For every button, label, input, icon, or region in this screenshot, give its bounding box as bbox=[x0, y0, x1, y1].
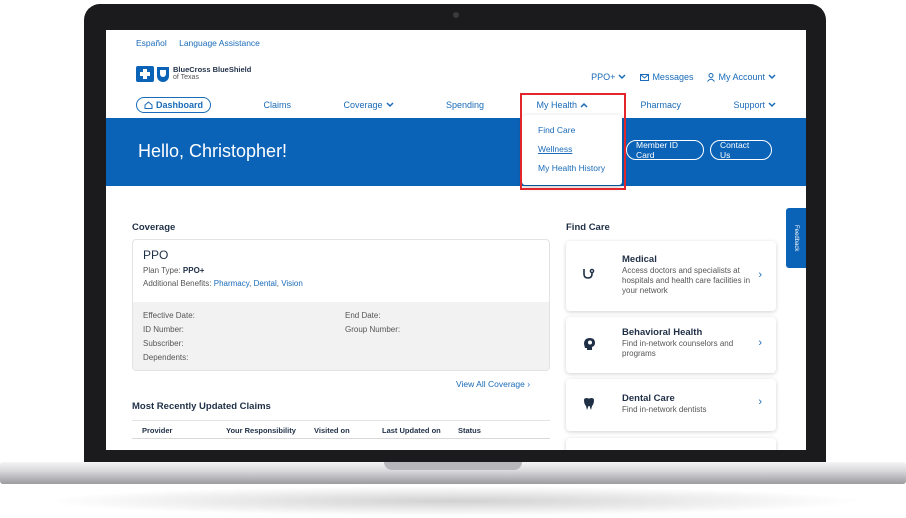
chevron-down-icon bbox=[768, 74, 776, 80]
column-status[interactable]: Status bbox=[458, 426, 481, 435]
language-assistance-link[interactable]: Language Assistance bbox=[179, 38, 260, 48]
logo-name: BlueCross BlueShield bbox=[173, 65, 252, 74]
chevron-right-icon: › bbox=[758, 396, 762, 408]
dental-title: Dental Care bbox=[622, 393, 675, 404]
shield-logo-icon bbox=[157, 66, 169, 82]
nav-dashboard[interactable]: Dashboard bbox=[136, 97, 212, 113]
main-navigation: Dashboard Claims Coverage Spending My He… bbox=[136, 96, 776, 114]
stethoscope-icon bbox=[582, 268, 596, 285]
nav-spending[interactable]: Spending bbox=[446, 100, 484, 110]
my-account-menu[interactable]: My Account bbox=[707, 72, 776, 82]
behavioral-desc: Find in-network counselors and programs bbox=[622, 339, 734, 358]
claims-table-header: Provider Your Responsibility Visited on … bbox=[132, 423, 550, 439]
additional-benefits-line: Additional Benefits: Pharmacy, Dental, V… bbox=[143, 279, 303, 288]
bcbs-logo[interactable]: BlueCross BlueShield of Texas bbox=[136, 66, 251, 82]
contact-us-button[interactable]: Contact Us bbox=[710, 140, 772, 160]
find-care-next-card[interactable] bbox=[566, 438, 776, 450]
claims-divider bbox=[132, 420, 550, 421]
benefit-vision-link[interactable]: Vision bbox=[281, 279, 303, 288]
medical-title: Medical bbox=[622, 254, 657, 265]
column-your-responsibility[interactable]: Your Responsibility bbox=[226, 426, 296, 435]
account-bar: PPO+ Messages My Account bbox=[591, 72, 776, 82]
chevron-down-icon bbox=[768, 102, 776, 108]
envelope-icon bbox=[640, 73, 650, 81]
home-icon bbox=[144, 101, 153, 109]
tooth-icon bbox=[582, 397, 596, 414]
welcome-banner: Hello, Christopher! Member ID Card Conta… bbox=[106, 118, 806, 186]
medical-desc: Access doctors and specialists at hospit… bbox=[622, 266, 751, 295]
claims-heading: Most Recently Updated Claims bbox=[132, 401, 271, 412]
browser-screen: Español Language Assistance BlueCross Bl… bbox=[106, 30, 806, 450]
highlight-annotation-box bbox=[520, 93, 626, 190]
benefit-dental-link[interactable]: Dental bbox=[254, 279, 277, 288]
chevron-right-icon: › bbox=[758, 337, 762, 349]
head-brain-icon bbox=[582, 337, 596, 354]
nav-support[interactable]: Support bbox=[733, 100, 776, 110]
member-id-card-button[interactable]: Member ID Card bbox=[626, 140, 704, 160]
dependents-label: Dependents: bbox=[143, 353, 189, 362]
laptop-base-notch bbox=[384, 462, 522, 470]
chevron-down-icon bbox=[385, 102, 394, 108]
effective-date-label: Effective Date: bbox=[143, 311, 195, 320]
chevron-down-icon bbox=[618, 74, 626, 80]
messages-label: Messages bbox=[652, 72, 694, 82]
coverage-heading: Coverage bbox=[132, 222, 176, 233]
behavioral-title: Behavioral Health bbox=[622, 327, 703, 338]
find-care-behavioral-card[interactable]: Behavioral Health Find in-network counse… bbox=[566, 317, 776, 373]
end-date-label: End Date: bbox=[345, 311, 381, 320]
utility-bar: Español Language Assistance bbox=[136, 38, 270, 48]
messages-link[interactable]: Messages bbox=[640, 72, 693, 82]
laptop-mockup: Español Language Assistance BlueCross Bl… bbox=[0, 0, 906, 518]
benefit-pharmacy-link[interactable]: Pharmacy bbox=[214, 279, 249, 288]
nav-claims[interactable]: Claims bbox=[263, 100, 291, 110]
plan-selector-label: PPO+ bbox=[591, 72, 616, 82]
column-last-updated-on[interactable]: Last Updated on bbox=[382, 426, 441, 435]
subscriber-label: Subscriber: bbox=[143, 339, 184, 348]
group-number-label: Group Number: bbox=[345, 325, 401, 334]
person-icon bbox=[707, 72, 716, 82]
view-all-coverage-link[interactable]: View All Coverage › bbox=[456, 379, 530, 389]
nav-coverage[interactable]: Coverage bbox=[343, 100, 394, 110]
espanol-link[interactable]: Español bbox=[136, 38, 167, 48]
plan-name: PPO bbox=[143, 248, 169, 262]
find-care-medical-card[interactable]: Medical Access doctors and specialists a… bbox=[566, 241, 776, 311]
greeting: Hello, Christopher! bbox=[138, 141, 288, 161]
laptop-shadow bbox=[40, 486, 866, 516]
logo-sub: of Texas bbox=[173, 74, 199, 81]
dental-desc: Find in-network dentists bbox=[622, 405, 707, 414]
plan-type-value: PPO+ bbox=[182, 266, 205, 275]
plan-type-line: Plan Type: PPO+ bbox=[143, 266, 205, 275]
chevron-right-icon: › bbox=[527, 379, 531, 389]
camera-dot bbox=[453, 12, 459, 18]
chevron-right-icon: › bbox=[758, 269, 762, 281]
cross-logo-icon bbox=[136, 66, 154, 82]
feedback-tab[interactable]: Feedback bbox=[786, 208, 806, 268]
plan-selector[interactable]: PPO+ bbox=[591, 72, 626, 82]
id-number-label: ID Number: bbox=[143, 325, 184, 334]
find-care-dental-card[interactable]: Dental Care Find in-network dentists › bbox=[566, 379, 776, 431]
coverage-details: Effective Date: ID Number: Subscriber: D… bbox=[133, 302, 549, 370]
nav-pharmacy[interactable]: Pharmacy bbox=[640, 100, 681, 110]
my-account-label: My Account bbox=[718, 72, 765, 82]
find-care-heading: Find Care bbox=[566, 222, 610, 233]
coverage-card: PPO Plan Type: PPO+ Additional Benefits:… bbox=[132, 239, 550, 371]
column-provider[interactable]: Provider bbox=[142, 426, 172, 435]
column-visited-on[interactable]: Visited on bbox=[314, 426, 350, 435]
